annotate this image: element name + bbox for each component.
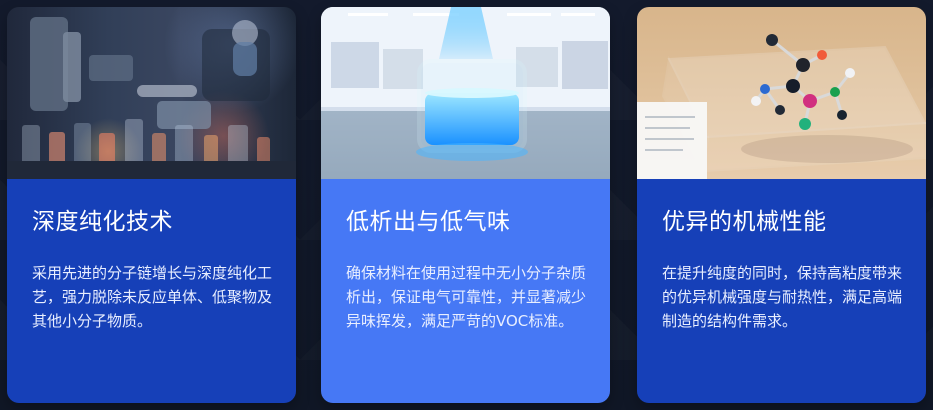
feature-card-mechanical[interactable]: 优异的机械性能 在提升纯度的同时，保持高粘度带来的优异机械强度与耐热性，满足高端…	[637, 7, 926, 403]
lab-equipment-image	[7, 7, 296, 179]
card-text-area: 低析出与低气味 确保材料在使用过程中无小分子杂质析出，保证电气可靠性，并显著减少…	[321, 179, 610, 403]
card-title: 优异的机械性能	[662, 209, 827, 235]
feature-card-low-emission[interactable]: 低析出与低气味 确保材料在使用过程中无小分子杂质析出，保证电气可靠性，并显著减少…	[321, 7, 610, 403]
glass-beaker-image	[321, 7, 610, 179]
molecular-model-illustration	[637, 34, 926, 179]
card-title: 深度纯化技术	[32, 209, 173, 235]
card-description: 在提升纯度的同时，保持高粘度带来的优异机械强度与耐热性，满足高端制造的结构件需求…	[662, 264, 903, 330]
lab-equipment-illustration	[7, 17, 296, 179]
card-description: 确保材料在使用过程中无小分子杂质析出，保证电气可靠性，并显著减少异味挥发，满足严…	[346, 264, 587, 330]
card-text-area: 优异的机械性能 在提升纯度的同时，保持高粘度带来的优异机械强度与耐热性，满足高端…	[637, 179, 926, 403]
feature-cards: 深度纯化技术 采用先进的分子链增长与深度纯化工艺，强力脱除未反应单体、低聚物及其…	[7, 7, 927, 403]
card-title: 低析出与低气味	[346, 209, 511, 235]
card-text-area: 深度纯化技术 采用先进的分子链增长与深度纯化工艺，强力脱除未反应单体、低聚物及其…	[7, 179, 296, 403]
feature-card-purification[interactable]: 深度纯化技术 采用先进的分子链增长与深度纯化工艺，强力脱除未反应单体、低聚物及其…	[7, 7, 296, 403]
molecular-model-image	[637, 7, 926, 179]
card-description: 采用先进的分子链增长与深度纯化工艺，强力脱除未反应单体、低聚物及其他小分子物质。	[32, 264, 273, 330]
glass-beaker-illustration	[321, 7, 610, 179]
